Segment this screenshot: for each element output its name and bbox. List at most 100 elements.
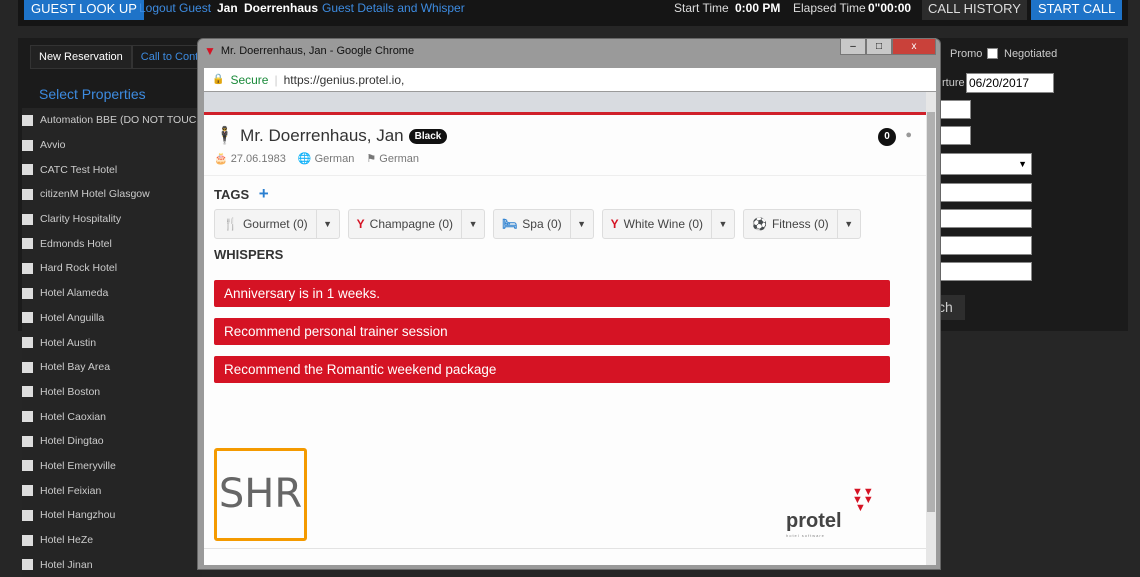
- property-item[interactable]: Avvio: [22, 133, 202, 158]
- property-item[interactable]: Hotel Dingtao: [22, 429, 202, 454]
- tag-glass: Y White Wine (0) ▼: [601, 209, 736, 239]
- negotiated-checkbox[interactable]: [987, 48, 998, 59]
- bed-icon: 🛏: [502, 217, 518, 231]
- user-icon[interactable]: ●: [905, 129, 912, 141]
- property-name: Hotel Bay Area: [40, 361, 111, 374]
- lock-icon: 🔒: [212, 74, 225, 85]
- tag-button[interactable]: Y Champagne (0): [349, 210, 463, 238]
- property-checkbox[interactable]: [22, 361, 33, 373]
- property-name: Avvio: [40, 139, 66, 152]
- property-list: Automation BBE (DO NOT TOUC Avvio CATC Tes…: [22, 108, 202, 577]
- add-tag-icon[interactable]: +: [259, 184, 269, 203]
- property-checkbox[interactable]: [22, 460, 33, 472]
- departure-date-input[interactable]: 06/20/2017: [966, 73, 1054, 93]
- property-checkbox[interactable]: [22, 312, 33, 324]
- property-checkbox[interactable]: [22, 534, 33, 546]
- guest-lookup-button[interactable]: GUEST LOOK UP: [24, 0, 144, 20]
- url-text: https://genius.protel.io,: [283, 72, 405, 87]
- tag-button[interactable]: 🍴 Gourmet (0): [215, 210, 317, 238]
- person-icon: 🕴: [214, 126, 236, 145]
- property-checkbox[interactable]: [22, 238, 33, 250]
- property-checkbox[interactable]: [22, 411, 33, 423]
- property-item[interactable]: Hotel Bay Area: [22, 355, 202, 380]
- property-name: Hotel Jinan: [40, 558, 93, 571]
- minimize-button[interactable]: –: [840, 38, 866, 55]
- property-name: Hotel Dingtao: [40, 435, 104, 448]
- field-5[interactable]: [938, 236, 1032, 255]
- property-item[interactable]: Hotel Hangzhou: [22, 503, 202, 528]
- scrollbar-thumb[interactable]: [927, 112, 935, 512]
- chevron-down-icon: ▼: [1018, 159, 1027, 169]
- ball-icon: ⚽: [752, 217, 767, 231]
- property-checkbox[interactable]: [22, 262, 33, 274]
- tab-call-to-contact[interactable]: Call to Cont: [131, 45, 208, 69]
- property-checkbox[interactable]: [22, 213, 33, 225]
- tag-button[interactable]: 🛏 Spa (0): [494, 210, 571, 238]
- tag-button[interactable]: ⚽ Fitness (0): [744, 210, 838, 238]
- tags-title: TAGS: [214, 187, 250, 202]
- property-item[interactable]: Hotel Austin: [22, 330, 202, 355]
- property-item[interactable]: CATC Test Hotel: [22, 157, 202, 182]
- tag-dropdown-caret-icon[interactable]: ▼: [838, 219, 860, 229]
- guest-page: 🕴 Mr. Doerrenhaus, Jan Black 0 ● 🎂 27.06…: [204, 92, 926, 565]
- property-item[interactable]: Hotel Jinan: [22, 552, 202, 577]
- tags-heading: TAGS +: [214, 184, 269, 204]
- field-2[interactable]: [938, 126, 971, 145]
- separator: |: [274, 72, 278, 87]
- property-item[interactable]: citizenM Hotel Glasgow: [22, 182, 202, 207]
- property-item[interactable]: Hotel Alameda: [22, 281, 202, 306]
- tag-dropdown-caret-icon[interactable]: ▼: [712, 219, 734, 229]
- property-item[interactable]: Automation BBE (DO NOT TOUC: [22, 108, 202, 133]
- property-item[interactable]: Clarity Hospitality: [22, 207, 202, 232]
- property-item[interactable]: Hotel Anguilla: [22, 306, 202, 331]
- property-checkbox[interactable]: [22, 164, 33, 176]
- property-checkbox[interactable]: [22, 114, 33, 126]
- tag-button[interactable]: Y White Wine (0): [603, 210, 713, 238]
- property-item[interactable]: Hard Rock Hotel: [22, 256, 202, 281]
- whisper-item: Recommend personal trainer session: [214, 318, 890, 345]
- property-name: Hotel Austin: [40, 336, 97, 349]
- tab-new-reservation[interactable]: New Reservation: [30, 45, 132, 69]
- address-bar[interactable]: 🔒 Secure | https://genius.protel.io,: [204, 68, 936, 91]
- logout-guest-link[interactable]: Logout Guest: [139, 1, 211, 15]
- field-3[interactable]: [938, 183, 1032, 202]
- tag-dropdown-caret-icon[interactable]: ▼: [317, 219, 339, 229]
- field-4[interactable]: [938, 209, 1032, 228]
- property-checkbox[interactable]: [22, 435, 33, 447]
- protel-triangles-icon: ▼▼ ▼▼ ▼: [852, 486, 874, 514]
- call-history-button[interactable]: CALL HISTORY: [922, 0, 1027, 20]
- start-call-button[interactable]: START CALL: [1031, 0, 1123, 20]
- property-checkbox[interactable]: [22, 386, 33, 398]
- search-button[interactable]: ch: [938, 295, 965, 320]
- property-checkbox[interactable]: [22, 337, 33, 349]
- property-checkbox[interactable]: [22, 287, 33, 299]
- property-checkbox[interactable]: [22, 509, 33, 521]
- field-1[interactable]: [938, 100, 971, 119]
- whispers-heading: WHISPERS: [214, 247, 284, 262]
- property-checkbox[interactable]: [22, 559, 33, 571]
- property-checkbox[interactable]: [22, 188, 33, 200]
- guest-details-link[interactable]: Guest Details and Whisper: [322, 1, 465, 15]
- property-item[interactable]: Hotel Feixian: [22, 478, 202, 503]
- field-6[interactable]: [938, 262, 1032, 281]
- close-button[interactable]: x: [892, 38, 936, 55]
- dob: 27.06.1983: [230, 153, 286, 165]
- glass-icon: Y: [356, 217, 365, 231]
- property-checkbox[interactable]: [22, 485, 33, 497]
- page-scrollbar[interactable]: [926, 92, 936, 565]
- tag-bed: 🛏 Spa (0) ▼: [493, 209, 594, 239]
- language-value: German: [379, 153, 420, 165]
- property-item[interactable]: Hotel HeZe: [22, 528, 202, 553]
- property-name: Edmonds Hotel: [40, 237, 112, 250]
- dropdown-select[interactable]: ▼: [938, 153, 1032, 175]
- property-item[interactable]: Edmonds Hotel: [22, 231, 202, 256]
- property-item[interactable]: Hotel Boston: [22, 380, 202, 405]
- property-checkbox[interactable]: [22, 139, 33, 151]
- maximize-button[interactable]: □: [866, 38, 892, 55]
- elapsed-time-label: Elapsed Time: [793, 1, 866, 15]
- property-item[interactable]: Hotel Emeryville: [22, 454, 202, 479]
- property-item[interactable]: Hotel Caoxian: [22, 404, 202, 429]
- top-bar: GUEST LOOK UP Logout Guest Jan Doerrenha…: [18, 0, 1128, 26]
- tag-dropdown-caret-icon[interactable]: ▼: [462, 219, 484, 229]
- tag-dropdown-caret-icon[interactable]: ▼: [571, 219, 593, 229]
